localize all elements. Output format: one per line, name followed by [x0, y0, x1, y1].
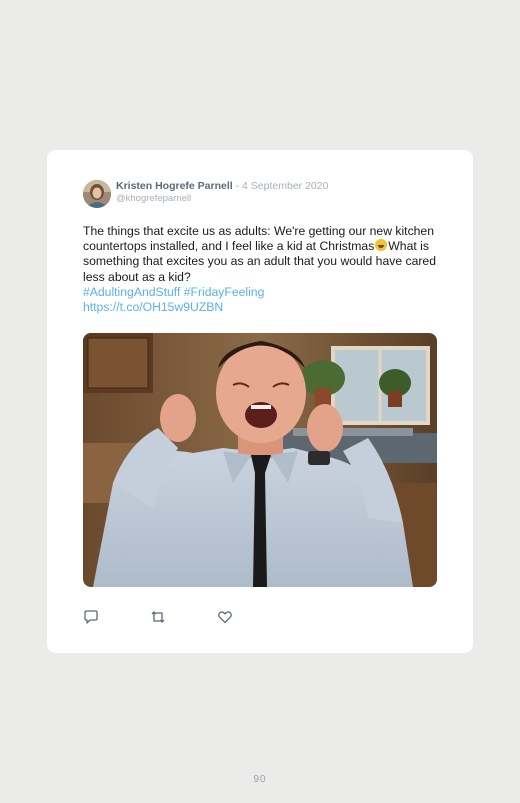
hashtag-link[interactable]: #AdultingAndStuff: [83, 285, 180, 299]
heart-icon[interactable]: [217, 609, 233, 625]
date-separator: -: [232, 180, 243, 192]
author-handle[interactable]: @khogrefeparnell: [116, 193, 191, 205]
page-number: 90: [253, 774, 267, 785]
tweet-card: Kristen Hogrefe Parnell - 4 September 20…: [47, 150, 473, 653]
hashtag-link[interactable]: #FridayFeeling: [184, 285, 265, 299]
animated-gif-image: [83, 333, 437, 587]
retweet-icon[interactable]: [150, 609, 166, 625]
author-line: Kristen Hogrefe Parnell - 4 September 20…: [116, 180, 328, 193]
reply-icon[interactable]: [83, 609, 99, 625]
tweet-text: The things that excite us as adults: We'…: [83, 224, 445, 315]
author-name[interactable]: Kristen Hogrefe Parnell: [116, 180, 233, 192]
author-avatar[interactable]: [83, 180, 111, 208]
tweet-media-gif[interactable]: [83, 333, 437, 587]
tweet-date[interactable]: 4 September 2020: [242, 180, 328, 192]
grinning-face-icon: [375, 239, 388, 252]
tweet-url-link[interactable]: https://t.co/OH15w9UZBN: [83, 300, 223, 314]
